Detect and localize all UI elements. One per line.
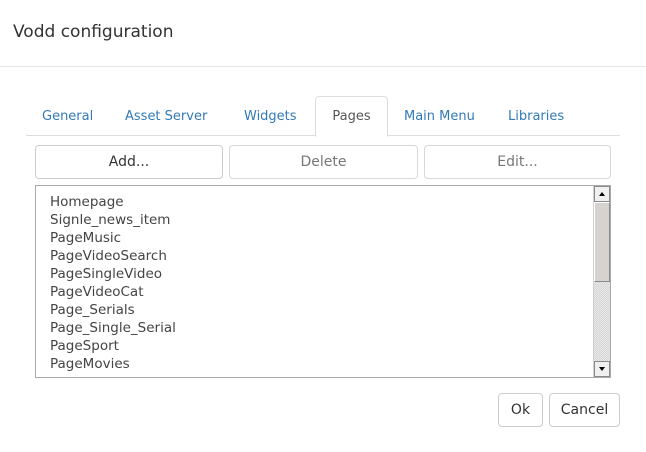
edit-button[interactable]: Edit...	[424, 145, 611, 179]
delete-button[interactable]: Delete	[229, 145, 418, 179]
pages-listbox[interactable]: Homepage Signle_news_item PageMusic Page…	[35, 185, 611, 378]
scroll-thumb[interactable]	[594, 202, 610, 282]
arrow-down-icon	[599, 367, 605, 371]
pages-list: Homepage Signle_news_item PageMusic Page…	[50, 193, 176, 373]
tab-main-menu[interactable]: Main Menu	[404, 96, 475, 136]
tab-asset-server[interactable]: Asset Server	[125, 96, 207, 136]
list-item[interactable]: Homepage	[50, 193, 176, 211]
list-item[interactable]: Signle_news_item	[50, 211, 176, 229]
tab-bar: General Asset Server Widgets Pages Main …	[26, 96, 620, 137]
list-item[interactable]: PageVideoSearch	[50, 247, 176, 265]
list-item[interactable]: PageVideoCat	[50, 283, 176, 301]
vertical-scrollbar[interactable]	[593, 186, 610, 377]
scroll-up-button[interactable]	[594, 186, 610, 202]
scroll-down-button[interactable]	[594, 361, 610, 377]
list-item[interactable]: PageMusic	[50, 229, 176, 247]
tab-general[interactable]: General	[42, 96, 93, 136]
tab-libraries[interactable]: Libraries	[508, 96, 564, 136]
tab-pages[interactable]: Pages	[315, 96, 388, 137]
list-item[interactable]: PageMovies	[50, 355, 176, 373]
list-item[interactable]: Page_Serials	[50, 301, 176, 319]
list-item[interactable]: PageSingleVideo	[50, 265, 176, 283]
dialog-title: Vodd configuration	[13, 22, 174, 42]
add-button[interactable]: Add...	[35, 145, 223, 179]
tab-widgets[interactable]: Widgets	[244, 96, 297, 136]
ok-button[interactable]: Ok	[498, 393, 543, 427]
list-item[interactable]: Page_Single_Serial	[50, 319, 176, 337]
cancel-button[interactable]: Cancel	[549, 393, 620, 427]
arrow-up-icon	[599, 192, 605, 196]
header-divider	[0, 66, 646, 67]
list-item[interactable]: PageSport	[50, 337, 176, 355]
